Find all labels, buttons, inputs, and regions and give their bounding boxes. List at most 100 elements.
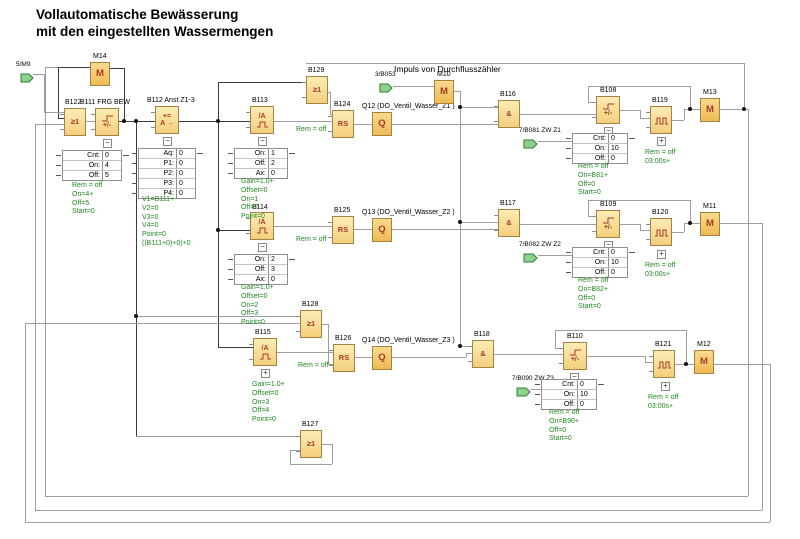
green-note-line: V3=0 xyxy=(142,214,191,223)
junction-dot xyxy=(458,344,462,348)
wire-segment xyxy=(136,436,300,437)
green-note-line: Point=0 xyxy=(252,416,285,425)
block-q12[interactable]: Q12 (DO_Ventil_Wasser_Z1 ) Q xyxy=(372,112,392,136)
wire-segment xyxy=(538,255,572,256)
wire-segment xyxy=(392,357,466,358)
expand-toggle[interactable]: + xyxy=(657,137,666,146)
block-m10[interactable]: M10 M xyxy=(434,80,454,104)
wire-segment xyxy=(35,510,762,511)
block-b118[interactable]: B118 & xyxy=(472,340,494,368)
collapse-toggle[interactable]: − xyxy=(103,139,112,148)
block-label: M10 xyxy=(437,71,451,79)
block-b110[interactable]: B110 +/- xyxy=(563,342,587,370)
wire-segment xyxy=(136,121,137,436)
wire-segment xyxy=(690,86,691,109)
param-label: P3: xyxy=(139,179,176,188)
collapse-toggle[interactable]: − xyxy=(163,137,172,146)
wire-segment xyxy=(332,444,333,464)
block-b129[interactable]: B129 ≥1 xyxy=(306,76,328,104)
block-m12[interactable]: M12 M xyxy=(694,350,714,374)
block-b113[interactable]: B113 /A xyxy=(250,106,274,134)
param-label: Ax: xyxy=(235,169,268,178)
block-m11[interactable]: M11 M xyxy=(700,212,720,236)
marker-flag-icon: M xyxy=(694,350,714,374)
green-note-line: Off=0 xyxy=(578,295,608,304)
rem-note: Rem = off xyxy=(298,362,328,369)
analog-threshold-icon: /A xyxy=(253,338,277,366)
wire-segment xyxy=(684,109,700,110)
wire-segment xyxy=(45,67,46,496)
block-b126[interactable]: B126 RS xyxy=(333,344,355,372)
block-q14[interactable]: Q14 (DO_Ventil_Wasser_Z3 ) Q xyxy=(372,346,392,370)
junction-dot xyxy=(688,107,692,111)
wire-segment xyxy=(588,200,589,216)
junction-dot xyxy=(684,362,688,366)
green-note-line: Off=2 xyxy=(241,204,274,213)
connector-7b090[interactable]: 7/B090 ZW Z3 xyxy=(516,384,531,402)
block-b115[interactable]: B115 /A xyxy=(253,338,277,366)
param-label: Ax: xyxy=(235,275,268,284)
expand-toggle[interactable]: + xyxy=(261,369,270,378)
connector-flag-icon xyxy=(20,73,34,83)
block-b124[interactable]: B124 RS xyxy=(332,110,354,138)
block-label: B112 Anst Z1-3 xyxy=(147,97,195,105)
expand-toggle[interactable]: + xyxy=(661,382,670,391)
block-b119[interactable]: B119 xyxy=(650,106,672,134)
block-q13[interactable]: Q13 (DO_Ventil_Wasser_Z2 ) Q xyxy=(372,218,392,242)
wire-segment xyxy=(58,67,59,118)
block-b125[interactable]: B125 RS xyxy=(332,216,354,244)
connector-flag-icon xyxy=(523,139,538,149)
wire-segment xyxy=(690,200,691,223)
param-label: Off: xyxy=(235,265,268,274)
block-b117[interactable]: B117 & xyxy=(498,209,520,237)
wire-segment xyxy=(44,112,64,113)
block-b111[interactable]: B111 FRG BEW +/- xyxy=(95,108,119,136)
wire-segment xyxy=(330,92,331,114)
block-label: M11 xyxy=(703,203,716,211)
wire-segment xyxy=(762,223,763,510)
wire-segment xyxy=(35,124,64,125)
block-b109[interactable]: B109 +/- xyxy=(596,210,620,238)
green-note-line: Rem = off xyxy=(648,394,678,403)
block-b128[interactable]: B128 ≥1 xyxy=(300,310,322,338)
block-b116[interactable]: B116 & xyxy=(498,100,520,128)
step-icon xyxy=(101,115,114,122)
connector-7b081[interactable]: 7/B081 ZW Z1 xyxy=(523,136,538,154)
expand-toggle[interactable]: + xyxy=(657,250,666,259)
block-b108[interactable]: B108 +/- xyxy=(596,96,620,124)
collapse-toggle[interactable]: − xyxy=(258,137,267,146)
connector-5m9[interactable]: 5/M9 xyxy=(20,70,34,88)
green-note-line: Rem = off xyxy=(645,149,675,158)
wire-segment xyxy=(274,226,332,227)
block-b112[interactable]: B112 Anst Z1-3 += A → xyxy=(155,106,179,134)
green-note-line: Rem = off xyxy=(578,163,608,172)
block-b127[interactable]: B127 ≥1 xyxy=(300,430,322,458)
double-pulse-icon xyxy=(654,228,669,237)
wire-segment xyxy=(25,522,770,523)
wire-segment xyxy=(672,120,684,121)
connector-3b053[interactable]: 3/B053 xyxy=(379,80,393,98)
connector-7b082[interactable]: 7/B082 ZW Z2 xyxy=(523,250,538,268)
param-value: 2 xyxy=(268,255,287,264)
wire-segment xyxy=(306,63,744,64)
wire-segment xyxy=(770,364,771,522)
block-b121[interactable]: B121 xyxy=(653,350,675,378)
block-m13[interactable]: M13 M xyxy=(700,98,720,122)
green-note-line: Start=0 xyxy=(549,435,579,444)
analog-threshold-icon: /A xyxy=(250,106,274,134)
collapse-toggle[interactable]: − xyxy=(258,243,267,252)
green-note-line: Gain=1.0+ xyxy=(241,178,274,187)
param-label: Off: xyxy=(542,400,577,409)
param-value: 10 xyxy=(608,258,627,267)
pulse-icon xyxy=(256,226,269,234)
param-row: P3:0 xyxy=(139,178,195,188)
green-note-line: Off=0 xyxy=(578,181,608,190)
block-b120[interactable]: B120 xyxy=(650,218,672,246)
updown-counter-icon: +/- xyxy=(95,108,119,136)
wire-segment xyxy=(328,324,329,364)
block-b122[interactable]: B122 ≥1 xyxy=(64,108,86,136)
param-table-b112: Aq:0P1:0P2:0P3:0P4:0 xyxy=(138,148,196,199)
param-row: P1:0 xyxy=(139,158,195,168)
block-m14[interactable]: M14 M xyxy=(90,62,110,86)
block-label: B115 xyxy=(255,329,271,337)
